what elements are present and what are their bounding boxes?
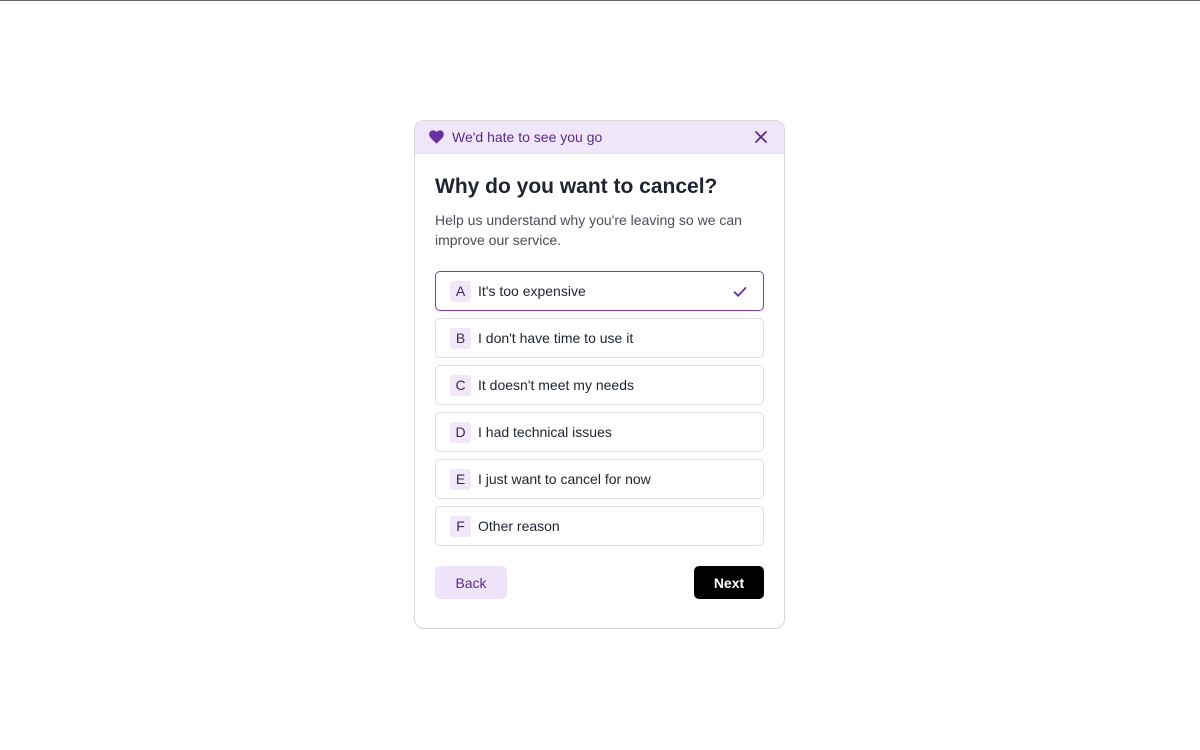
- option-label: It's too expensive: [478, 283, 586, 299]
- banner-text: We'd hate to see you go: [452, 129, 603, 145]
- option-key: F: [450, 515, 471, 537]
- option-key: C: [450, 374, 471, 396]
- question-title: Why do you want to cancel?: [435, 175, 718, 198]
- question-subtitle: Help us understand why you're leaving so…: [435, 212, 742, 248]
- modal-content: Why do you want to cancel? Help us under…: [415, 174, 784, 599]
- option-label: Other reason: [478, 518, 560, 534]
- top-divider: [0, 0, 1200, 1]
- option-a[interactable]: A It's too expensive: [435, 271, 764, 311]
- option-key: D: [450, 421, 471, 443]
- next-button[interactable]: Next: [694, 566, 764, 599]
- option-key: B: [450, 327, 471, 349]
- banner: We'd hate to see you go: [415, 121, 784, 154]
- option-key: E: [450, 468, 471, 490]
- heart-icon: [429, 130, 444, 144]
- option-f[interactable]: F Other reason: [435, 506, 764, 546]
- option-b[interactable]: B I don't have time to use it: [435, 318, 764, 358]
- option-label: I had technical issues: [478, 424, 612, 440]
- options-list: A It's too expensive B I don't have time…: [435, 271, 764, 546]
- option-d[interactable]: D I had technical issues: [435, 412, 764, 452]
- cancel-survey-modal: We'd hate to see you go Why do you want …: [414, 120, 785, 629]
- check-icon: [733, 285, 747, 297]
- option-c[interactable]: C It doesn't meet my needs: [435, 365, 764, 405]
- option-e[interactable]: E I just want to cancel for now: [435, 459, 764, 499]
- option-label: I just want to cancel for now: [478, 471, 651, 487]
- back-button[interactable]: Back: [435, 566, 507, 599]
- close-icon[interactable]: [754, 130, 768, 144]
- option-label: It doesn't meet my needs: [478, 377, 634, 393]
- option-key: A: [450, 280, 471, 302]
- modal-footer: Back Next: [435, 566, 764, 599]
- option-label: I don't have time to use it: [478, 330, 634, 346]
